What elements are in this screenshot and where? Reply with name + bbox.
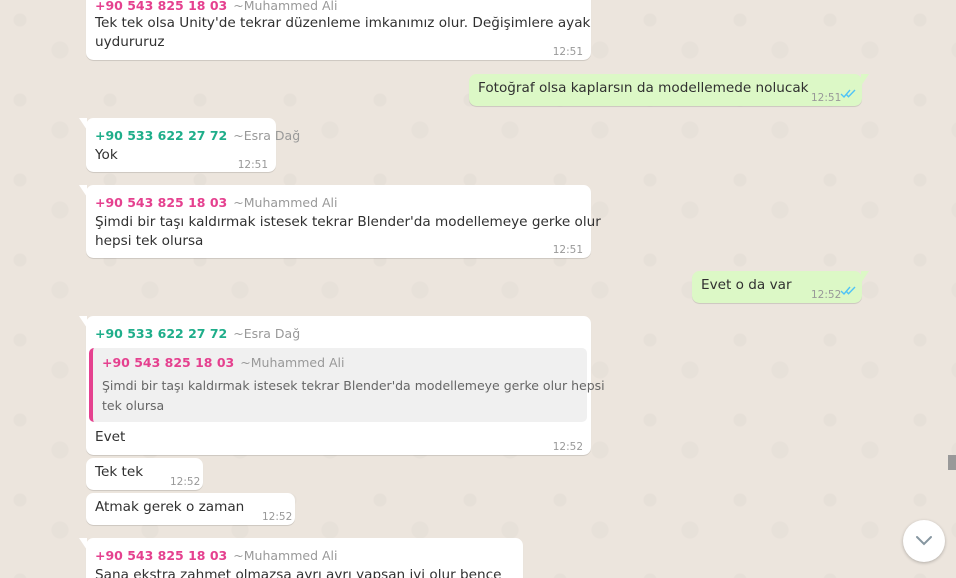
message-text-line: Sana ekstra zahmet olmazsa ayrı ayrı yap… <box>95 567 502 578</box>
message-text-line: Tek tek <box>95 464 144 480</box>
message-bubble[interactable]: +90 543 825 18 03 ~Muhammed Ali Tek tek o… <box>86 0 591 60</box>
sender-phone[interactable]: +90 533 622 27 72 <box>95 326 227 341</box>
message-time: 12:52 <box>552 441 583 453</box>
message-bubble[interactable]: +90 543 825 18 03 ~Muhammed Ali Sana ekst… <box>79 538 523 578</box>
message-bubble[interactable]: +90 543 825 18 03 ~Muhammed Ali Şimdi bir… <box>79 185 601 258</box>
message-sender: +90 543 825 18 03 ~Muhammed Ali <box>95 546 337 565</box>
scrollbar-thumb[interactable] <box>948 455 956 470</box>
scroll-to-bottom-button[interactable] <box>903 520 945 562</box>
chat-panel[interactable]: +90 543 825 18 03 ~Muhammed Ali Tek tek o… <box>0 0 956 578</box>
message-bubble[interactable]: Atmak gerek o zaman 12:52 <box>86 493 295 525</box>
quoted-text-line: tek olursa <box>102 398 165 413</box>
message-sender: +90 543 825 18 03 ~Muhammed Ali <box>95 0 337 15</box>
message-time: 12:52 <box>811 289 842 301</box>
quoted-message[interactable]: +90 543 825 18 03 ~Muhammed Ali Şimdi bir… <box>89 348 605 422</box>
message-text-line: Şimdi bir taşı kaldırmak istesek tekrar … <box>95 214 601 230</box>
message-text-line: Evet o da var <box>701 277 792 293</box>
message-text-line: uydururuz <box>95 34 165 50</box>
message-time: 12:52 <box>262 511 293 523</box>
message-time: 12:52 <box>170 476 201 488</box>
message-text-line: Atmak gerek o zaman <box>95 499 245 515</box>
quoted-sender-phone: +90 543 825 18 03 <box>102 355 235 370</box>
message-time: 12:51 <box>811 92 842 104</box>
message-sender: +90 533 622 27 72 ~Esra Dağ <box>95 324 300 343</box>
sender-alias: ~Muhammed Ali <box>233 548 338 563</box>
sender-alias: ~Muhammed Ali <box>233 195 338 210</box>
message-bubble-outgoing[interactable]: Fotoğraf olsa kaplarsın da modellemede n… <box>469 74 869 106</box>
message-bubble-outgoing[interactable]: Evet o da var 12:52 <box>692 271 869 303</box>
sender-alias: ~Esra Dağ <box>233 128 301 143</box>
quoted-sender: +90 543 825 18 03 ~Muhammed Ali <box>102 353 344 372</box>
message-text-line: Yok <box>95 147 118 163</box>
message-bubble[interactable]: +90 533 622 27 72 ~Esra Dağ +90 543 825 1… <box>79 316 605 455</box>
sender-phone[interactable]: +90 543 825 18 03 <box>95 0 227 13</box>
message-bubble[interactable]: Tek tek 12:52 <box>86 458 203 490</box>
message-text-line: hepsi tek olursa <box>95 233 204 249</box>
sender-alias: ~Muhammed Ali <box>233 0 338 13</box>
read-receipt-icon <box>840 89 856 99</box>
quoted-sender-alias: ~Muhammed Ali <box>240 355 345 370</box>
message-text-line: Evet <box>95 429 126 445</box>
message-text-line: Fotoğraf olsa kaplarsın da modellemede n… <box>478 80 809 96</box>
message-time: 12:51 <box>552 46 583 58</box>
message-text-line: Tek tek olsa Unity'de tekrar düzenleme i… <box>95 15 591 31</box>
message-sender: +90 533 622 27 72 ~Esra Dağ <box>95 126 300 145</box>
quoted-text-line: Şimdi bir taşı kaldırmak istesek tekrar … <box>102 378 605 393</box>
message-time: 12:51 <box>237 159 268 171</box>
sender-phone[interactable]: +90 543 825 18 03 <box>95 195 227 210</box>
sender-phone[interactable]: +90 543 825 18 03 <box>95 548 227 563</box>
sender-alias: ~Esra Dağ <box>233 326 301 341</box>
read-receipt-icon <box>840 286 856 296</box>
sender-phone[interactable]: +90 533 622 27 72 <box>95 128 227 143</box>
message-time: 12:51 <box>552 244 583 256</box>
chevron-down-icon <box>916 536 932 546</box>
message-bubble[interactable]: +90 533 622 27 72 ~Esra Dağ Yok 12:51 <box>79 118 300 172</box>
message-sender: +90 543 825 18 03 ~Muhammed Ali <box>95 193 337 212</box>
